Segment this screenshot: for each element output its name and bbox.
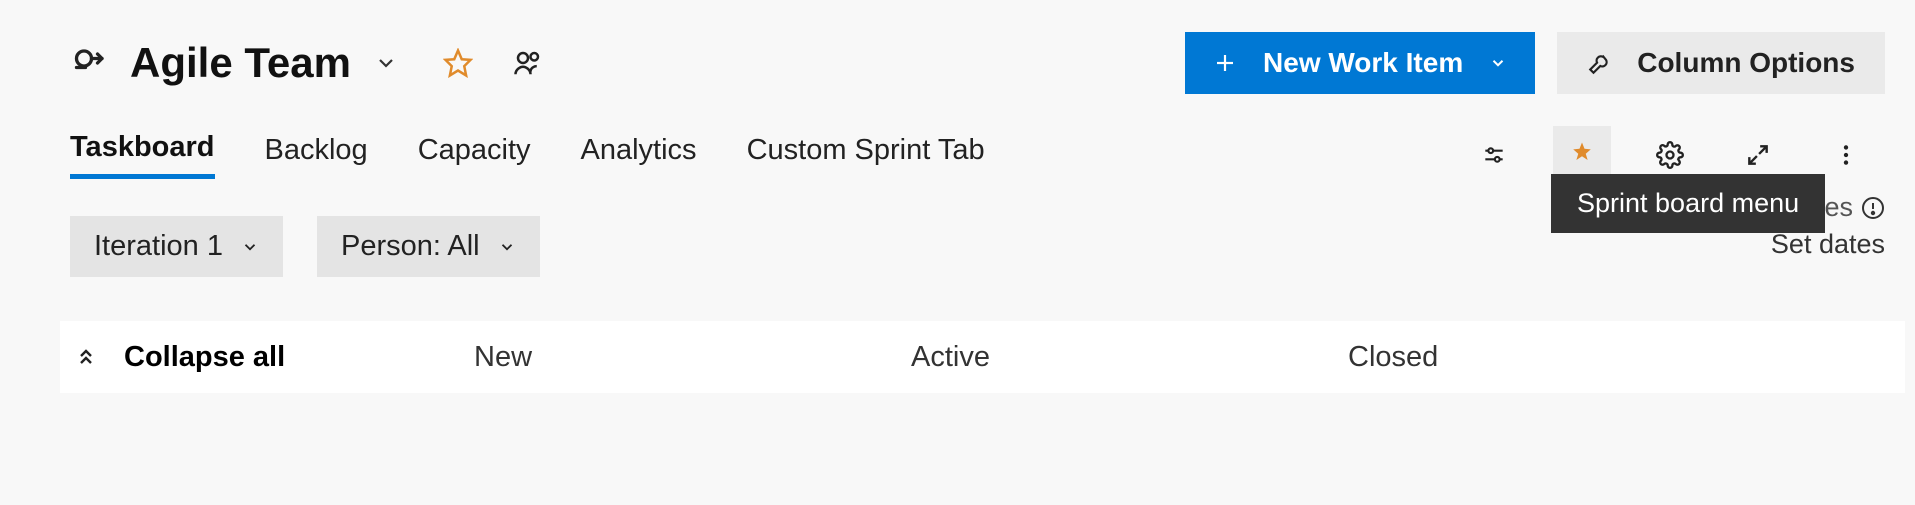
column-options-button[interactable]: Column Options — [1557, 32, 1885, 94]
header-row: Agile Team New Work Item Column Options — [70, 38, 1915, 88]
wrench-icon — [1587, 50, 1613, 76]
tab-taskboard[interactable]: Taskboard — [70, 131, 215, 179]
collapse-all-label: Collapse all — [124, 341, 285, 374]
tab-capacity[interactable]: Capacity — [418, 134, 531, 177]
team-name: Agile Team — [130, 39, 351, 87]
chevron-down-icon — [241, 238, 259, 256]
iteration-filter[interactable]: Iteration 1 — [70, 216, 283, 277]
person-filter[interactable]: Person: All — [317, 216, 540, 277]
tabs-row: Taskboard Backlog Capacity Analytics Cus… — [70, 132, 1915, 178]
plus-icon — [1213, 51, 1237, 75]
person-label: Person: All — [341, 230, 480, 263]
tooltip-sprint-board-menu: Sprint board menu — [1551, 174, 1825, 233]
collapse-chevrons-icon — [74, 345, 98, 369]
collapse-all[interactable]: Collapse all — [74, 341, 474, 374]
new-work-item-label: New Work Item — [1263, 47, 1463, 79]
column-closed: Closed — [1348, 341, 1905, 374]
column-active: Active — [911, 341, 1348, 374]
favorite-star-icon[interactable] — [441, 46, 475, 80]
set-dates-link[interactable]: Set dates — [1641, 229, 1885, 260]
filter-sliders-icon[interactable] — [1465, 126, 1523, 184]
tab-custom-sprint[interactable]: Custom Sprint Tab — [747, 134, 985, 177]
chevron-down-icon — [1489, 54, 1507, 72]
warning-icon — [1861, 196, 1885, 220]
iteration-label: Iteration 1 — [94, 230, 223, 263]
tab-analytics[interactable]: Analytics — [581, 134, 697, 177]
board-columns-header: Collapse all New Active Closed — [60, 321, 1905, 393]
team-members-icon[interactable] — [511, 46, 545, 80]
toolbar-icons: Sprint board menu — [1465, 126, 1875, 184]
team-chevron-down-icon[interactable] — [371, 48, 401, 78]
new-work-item-button[interactable]: New Work Item — [1185, 32, 1535, 94]
column-options-label: Column Options — [1637, 47, 1855, 79]
chevron-down-icon — [498, 238, 516, 256]
tab-backlog[interactable]: Backlog — [265, 134, 368, 177]
more-vertical-icon[interactable] — [1817, 126, 1875, 184]
column-new: New — [474, 341, 911, 374]
sprint-icon — [70, 43, 110, 83]
